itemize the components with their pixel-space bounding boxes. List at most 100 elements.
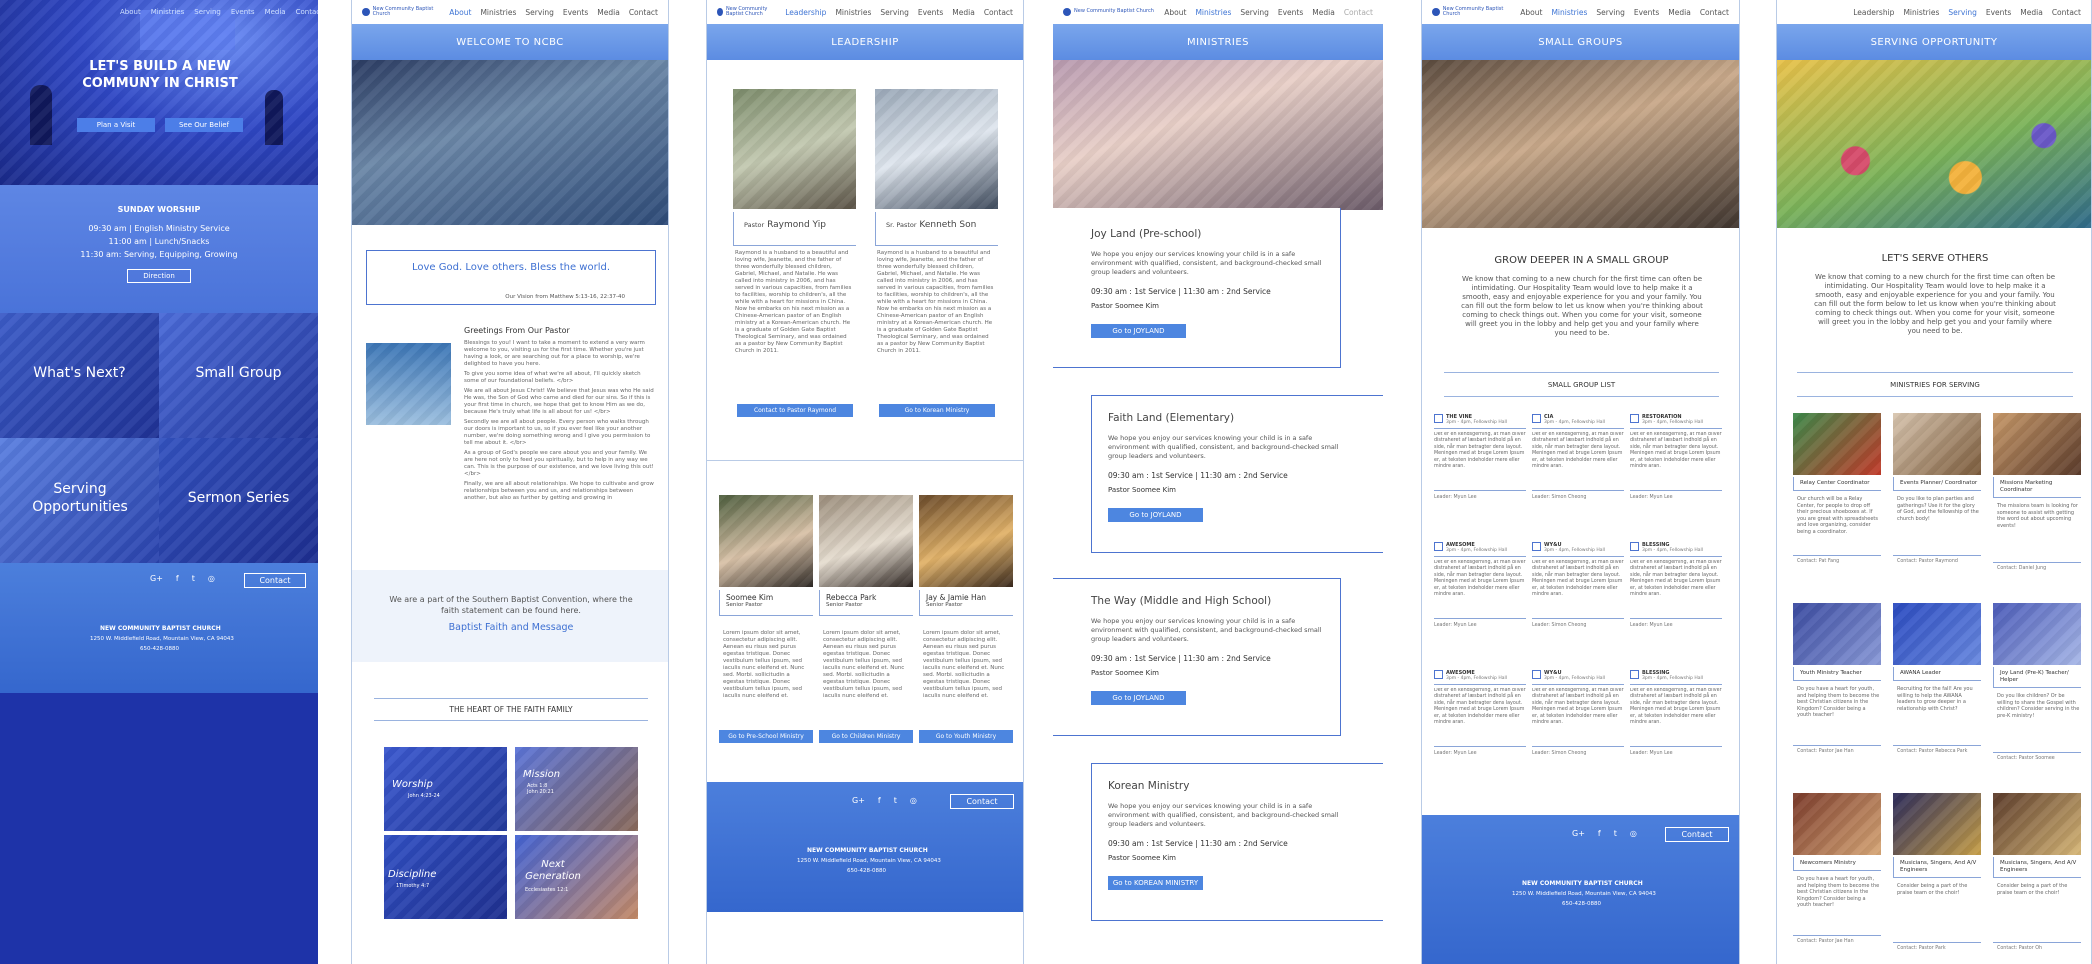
tile-whats-next[interactable]: What's Next? (0, 313, 159, 438)
nav-ministries[interactable]: Ministries (151, 8, 185, 16)
serving-desc: Recruiting for the fall! Are you willing… (1897, 686, 1973, 712)
nav-media[interactable]: Media (1312, 8, 1335, 17)
footer: G+ f t ◎ Contact NEW COMMUNITY BAPTIST C… (707, 782, 1023, 912)
nav-events[interactable]: Events (1634, 8, 1659, 17)
children-ministry-button[interactable]: Go to Children Ministry (819, 730, 913, 743)
nav-serving[interactable]: Serving (1948, 8, 1977, 17)
nav-events[interactable]: Events (563, 8, 588, 17)
facebook-icon[interactable]: f (878, 796, 881, 805)
church-logo[interactable]: New Community Baptist Church (1063, 8, 1154, 16)
church-logo[interactable]: New Community Baptist Church (717, 6, 785, 18)
nav-contact[interactable]: Contact (1344, 8, 1373, 17)
nav-media[interactable]: Media (2020, 8, 2043, 17)
worship-line: 09:30 am | English Ministry Service (88, 224, 230, 233)
nav-serving[interactable]: Serving (1240, 8, 1269, 17)
ministry-button[interactable]: Go to JOYLAND (1091, 691, 1186, 705)
nav-media[interactable]: Media (1668, 8, 1691, 17)
small-group-card[interactable]: THE VINE 3pm - 4pm, Fellowship Hall Det er… (1434, 414, 1526, 532)
ministry-button[interactable]: Go to KOREAN MINISTRY (1108, 876, 1203, 890)
small-group-card[interactable]: WY&U 3pm - 4pm, Fellowship Hall Det er en … (1532, 542, 1624, 660)
small-group-card[interactable]: AWESOME 3pm - 4pm, Fellowship Hall Det er … (1434, 542, 1526, 660)
korean-ministry-button[interactable]: Go to Korean Ministry (879, 404, 995, 417)
small-group-card[interactable]: BLESSING 3pm - 4pm, Fellowship Hall Det er… (1630, 542, 1722, 660)
tile-worship[interactable]: Worship John 4:23-24 (384, 747, 507, 831)
nav-ministries[interactable]: Ministries (1551, 8, 1587, 17)
nav-serving[interactable]: Serving (880, 8, 909, 17)
nav-events[interactable]: Events (1986, 8, 2011, 17)
serving-card[interactable]: Joy Land (Pre-K) Teacher/ Helper Do you l… (1993, 603, 2081, 783)
church-logo[interactable]: New Community Baptist Church (1432, 6, 1520, 18)
serving-card[interactable]: Newcomers Ministry Do you have a heart fo… (1793, 793, 1881, 964)
nav-serving[interactable]: Serving (194, 8, 221, 16)
twitter-icon[interactable]: t (1614, 829, 1617, 838)
instagram-icon[interactable]: ◎ (208, 574, 215, 583)
contact-button[interactable]: Contact (1665, 827, 1729, 842)
nav-ministries[interactable]: Ministries (835, 8, 871, 17)
google-plus-icon[interactable]: G+ (150, 574, 163, 583)
nav-about[interactable]: About (1520, 8, 1542, 17)
nav-contact[interactable]: Contact (296, 8, 318, 16)
nav-contact[interactable]: Contact (629, 8, 658, 17)
nav-contact[interactable]: Contact (984, 8, 1013, 17)
twitter-icon[interactable]: t (192, 574, 195, 583)
plan-visit-button[interactable]: Plan a Visit (77, 118, 155, 132)
nav-media[interactable]: Media (952, 8, 975, 17)
sbc-link[interactable]: Baptist Faith and Message (352, 622, 668, 633)
nav-about[interactable]: About (120, 8, 141, 16)
serving-card[interactable]: Musicians, Singers, And A/V Engineers Con… (1993, 793, 2081, 964)
nav-ministries[interactable]: Ministries (480, 8, 516, 17)
tile-discipline[interactable]: Discipline 1Timothy 4:7 (384, 835, 507, 919)
youth-ministry-button[interactable]: Go to Youth Ministry (919, 730, 1013, 743)
nav-media[interactable]: Media (597, 8, 620, 17)
facebook-icon[interactable]: f (1598, 829, 1601, 838)
ministry-button[interactable]: Go to JOYLAND (1091, 324, 1186, 338)
nav-events[interactable]: Events (231, 8, 255, 16)
nav-leadership[interactable]: Leadership (785, 8, 826, 17)
instagram-icon[interactable]: ◎ (910, 796, 917, 805)
direction-button[interactable]: Direction (127, 269, 191, 283)
nav-ministries[interactable]: Ministries (1903, 8, 1939, 17)
church-logo[interactable]: New Community Baptist Church (362, 6, 449, 18)
nav-ministries[interactable]: Ministries (1195, 8, 1231, 17)
serving-card[interactable]: Musicians, Singers, And A/V Engineers Con… (1893, 793, 1981, 964)
small-group-card[interactable]: CIA 3pm - 4pm, Fellowship Hall Det er en k… (1532, 414, 1624, 532)
serving-desc: Do you like children? Or be willing to s… (1997, 693, 2080, 719)
tile-next-generation[interactable]: Next Generation Ecclesiastes 12:1 (515, 835, 638, 919)
nav-about[interactable]: About (1164, 8, 1186, 17)
nav-events[interactable]: Events (918, 8, 943, 17)
nav-serving[interactable]: Serving (525, 8, 554, 17)
contact-pastor-raymond-button[interactable]: Contact to Pastor Raymond (737, 404, 853, 417)
tile-sermon[interactable]: Sermon Series (159, 438, 318, 563)
google-plus-icon[interactable]: G+ (852, 796, 865, 805)
tile-serving[interactable]: Serving Opportunities (0, 438, 159, 563)
serving-card[interactable]: Youth Ministry Teacher Do you have a hear… (1793, 603, 1881, 783)
nav-contact[interactable]: Contact (2052, 8, 2081, 17)
tile-small-group[interactable]: Small Group (159, 313, 318, 438)
ministry-pastor: Pastor Soomee Kim (1108, 486, 1176, 494)
contact-button[interactable]: Contact (950, 794, 1014, 809)
see-belief-button[interactable]: See Our Belief (165, 118, 243, 132)
pre-school-ministry-button[interactable]: Go to Pre-School Ministry (719, 730, 813, 743)
serving-card[interactable]: Events Planner/ Coordinator Do you like t… (1893, 413, 1981, 593)
nav-events[interactable]: Events (1278, 8, 1303, 17)
twitter-icon[interactable]: t (894, 796, 897, 805)
instagram-icon[interactable]: ◎ (1630, 829, 1637, 838)
serving-card[interactable]: AWANA Leader Recruiting for the fall! Are… (1893, 603, 1981, 783)
ministry-button[interactable]: Go to JOYLAND (1108, 508, 1203, 522)
nav-serving[interactable]: Serving (1596, 8, 1625, 17)
greeting-body: Blessings to you! I want to take a momen… (464, 340, 656, 535)
serving-card[interactable]: Missions Marketing Coordinator The missio… (1993, 413, 2081, 593)
nav-about[interactable]: About (449, 8, 471, 17)
nav-media[interactable]: Media (265, 8, 286, 16)
google-plus-icon[interactable]: G+ (1572, 829, 1585, 838)
nav-leadership[interactable]: Leadership (1853, 8, 1894, 17)
serving-card[interactable]: Relay Center Coordinator Our church will … (1793, 413, 1881, 593)
small-group-card[interactable]: AWESOME 3pm - 4pm, Fellowship Hall Det er … (1434, 670, 1526, 788)
small-group-card[interactable]: WY&U 3pm - 4pm, Fellowship Hall Det er en … (1532, 670, 1624, 788)
small-group-card[interactable]: RESTORATION 3pm - 4pm, Fellowship Hall Det… (1630, 414, 1722, 532)
nav-contact[interactable]: Contact (1700, 8, 1729, 17)
contact-button[interactable]: Contact (244, 573, 306, 588)
small-group-card[interactable]: BLESSING 3pm - 4pm, Fellowship Hall Det er… (1630, 670, 1722, 788)
tile-mission[interactable]: Mission Acts 1:8 John 20:21 (515, 747, 638, 831)
facebook-icon[interactable]: f (176, 574, 179, 583)
